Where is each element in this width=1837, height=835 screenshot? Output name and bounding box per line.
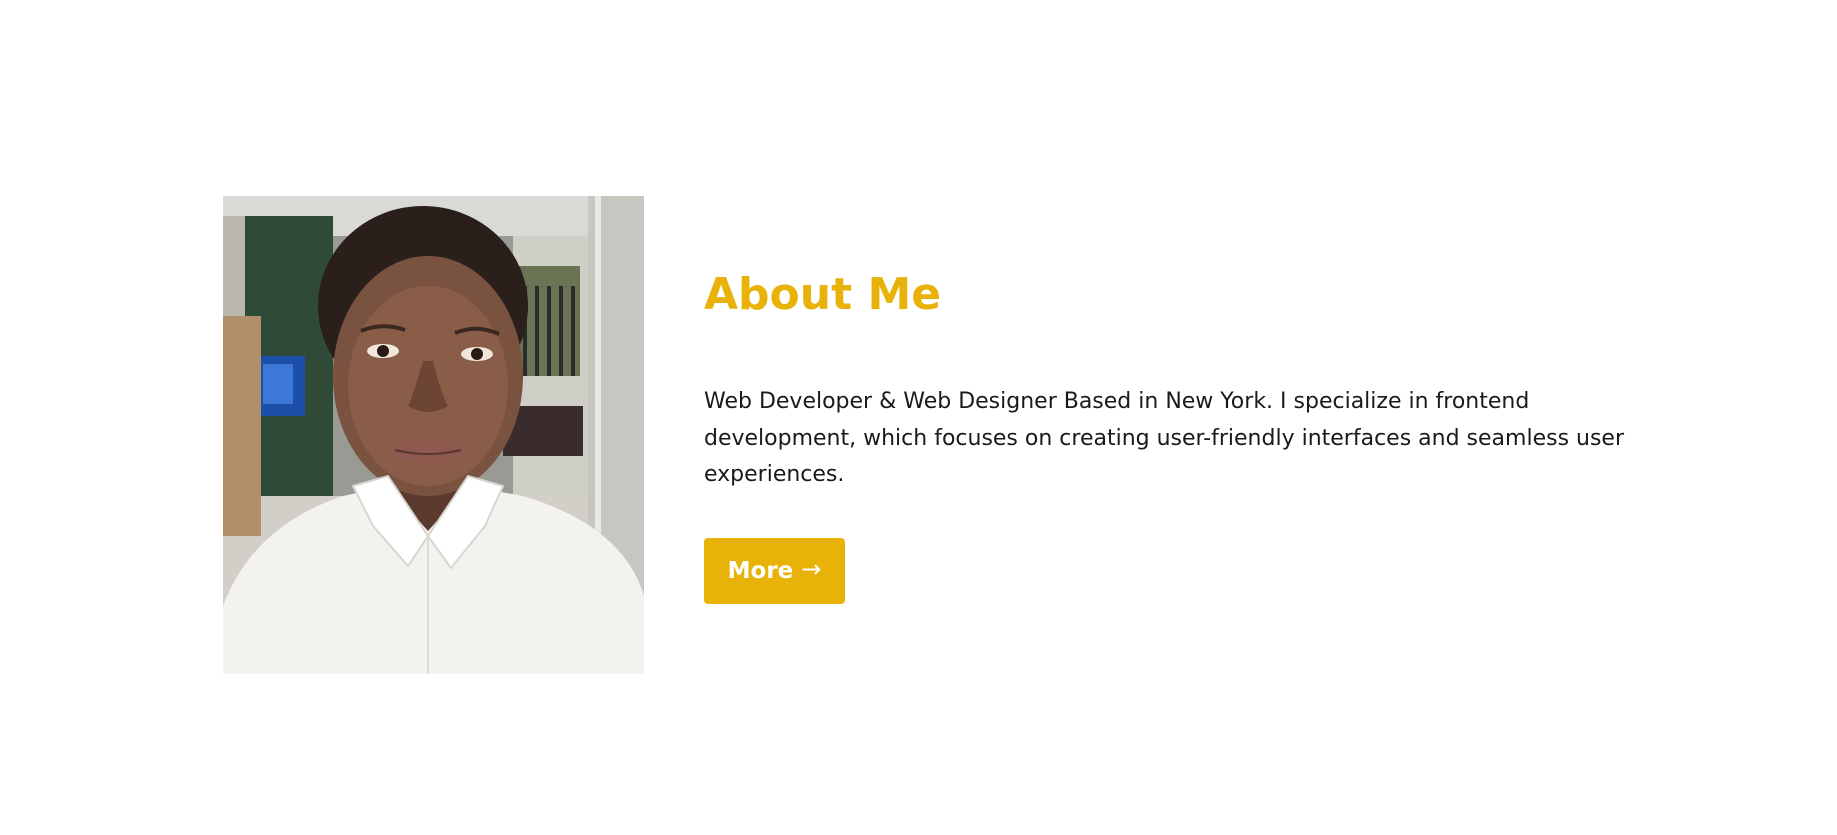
about-section: About Me Web Developer & Web Designer Ba… (223, 196, 1643, 674)
about-title: About Me (704, 269, 942, 320)
page: About Me Web Developer & Web Designer Ba… (0, 0, 1837, 835)
more-button-label: More (727, 558, 794, 584)
more-button[interactable]: More → (704, 538, 845, 604)
portrait-illustration (223, 196, 644, 674)
about-description: Web Developer & Web Designer Based in Ne… (704, 389, 1625, 487)
arrow-right-icon: → (801, 555, 822, 583)
portrait-photo (223, 196, 644, 674)
